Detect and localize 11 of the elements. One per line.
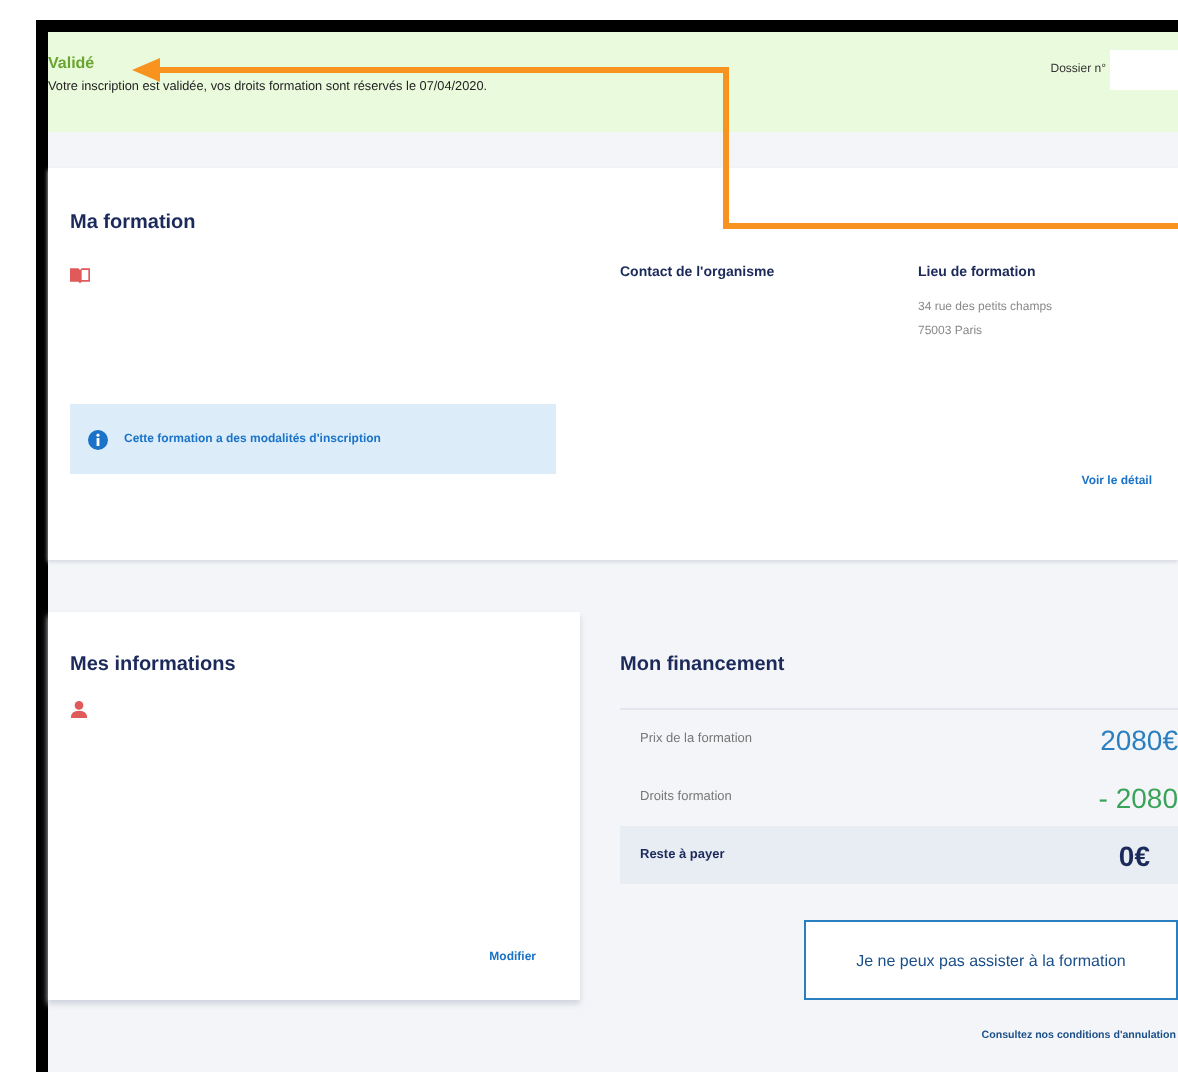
- amount-value: 2080€: [1100, 723, 1178, 755]
- person-icon: [70, 700, 88, 718]
- amount-value: 0€: [1118, 839, 1150, 871]
- section-title: Mes informations: [70, 654, 238, 676]
- info-icon: [88, 429, 108, 449]
- amount-value: - 2080: [1098, 781, 1178, 813]
- status-label: Validé: [48, 54, 97, 72]
- cancel-button[interactable]: Je ne peux pas assister à la formation: [804, 920, 1178, 1000]
- book-icon: [70, 266, 90, 284]
- section-title: Mon financement: [620, 654, 787, 676]
- section-title: Ma formation: [70, 212, 198, 234]
